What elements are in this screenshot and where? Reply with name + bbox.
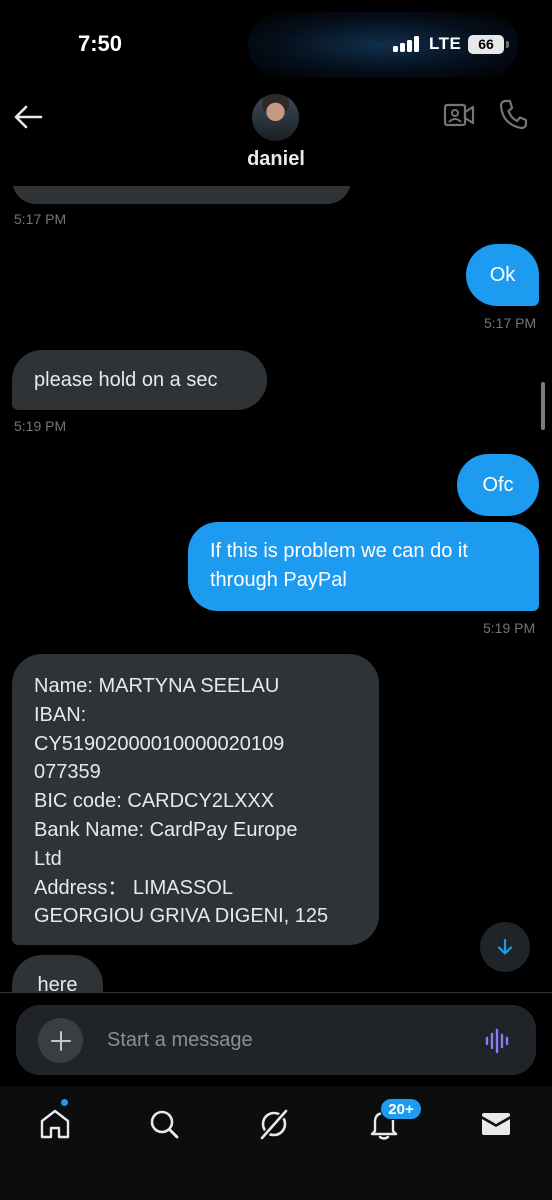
nav-home[interactable]: [35, 1104, 75, 1144]
phone-icon: [499, 99, 528, 130]
message-bubble-incoming[interactable]: here: [12, 955, 103, 992]
nav-messages[interactable]: [476, 1104, 516, 1144]
message-timestamp: 5:17 PM: [484, 315, 537, 331]
search-icon: [150, 1110, 179, 1139]
message-bubble-outgoing[interactable]: Ok: [466, 244, 539, 306]
jump-to-latest-button[interactable]: [480, 922, 530, 972]
avatar[interactable]: [252, 94, 299, 141]
arrow-down-icon: [497, 938, 513, 955]
message-input[interactable]: [107, 1005, 467, 1075]
envelope-icon: [482, 1113, 510, 1135]
message-bubble-outgoing[interactable]: If this is problem we can do it through …: [188, 522, 539, 611]
bank-line-iban-1: CY5190200001000002010​9: [34, 732, 285, 755]
bank-line-address: Address： LIMASSOL: [34, 876, 233, 899]
bank-line-bank-name-cont: Ltd: [34, 847, 62, 870]
contact-name[interactable]: daniel: [0, 148, 552, 171]
signal-strength-icon: [393, 36, 423, 52]
voice-call-button[interactable]: [498, 98, 528, 130]
grok-slash-icon: [260, 1108, 289, 1140]
battery-nub: [506, 41, 509, 48]
conversation-header: daniel: [0, 88, 552, 186]
message-timestamp: 5:19 PM: [14, 418, 67, 434]
voice-message-button[interactable]: [484, 1027, 512, 1055]
home-icon: [40, 1109, 70, 1139]
message-composer: [16, 1005, 536, 1075]
video-camera-icon: [443, 103, 475, 127]
message-timestamp: 5:17 PM: [14, 211, 67, 227]
bank-line-iban-2: 077359: [34, 761, 101, 784]
message-timestamp: 5:19 PM: [483, 620, 536, 636]
bank-line-name: Name: MARTYNA SEELAU: [34, 675, 280, 697]
bank-line-iban-label: IBAN:: [34, 703, 87, 726]
message-bubble-outgoing[interactable]: Ofc: [457, 454, 539, 516]
nav-grok[interactable]: [254, 1104, 294, 1144]
message-bubble-bank-details[interactable]: Name: MARTYNA SEELAU IBAN: CY51902000010…: [12, 654, 379, 945]
message-list[interactable]: 5:17 PM Ok 5:17 PM please hold on a sec …: [0, 186, 552, 992]
bank-line-bic: BIC code: CARDCY2LXXX: [34, 790, 275, 813]
network-type: LTE: [429, 34, 462, 53]
nav-search[interactable]: [144, 1104, 184, 1144]
waveform-icon: [485, 1028, 509, 1054]
message-bubble-incoming[interactable]: [12, 186, 351, 204]
video-call-button[interactable]: [443, 101, 475, 129]
plus-icon: [50, 1030, 71, 1051]
add-media-button[interactable]: [38, 1018, 83, 1063]
status-time: 7:50: [78, 31, 123, 56]
bank-line-address-cont: GEORGIOU GRIVA DIGENI, 125: [34, 905, 329, 928]
scrollbar-thumb[interactable]: [541, 382, 545, 430]
arrow-left-icon: [14, 105, 43, 129]
composer-area: [0, 992, 552, 1086]
home-notification-dot: [60, 1098, 69, 1107]
status-bar: 7:50 LTE 66: [0, 0, 552, 88]
battery-icon: 66: [468, 35, 504, 54]
bank-line-bank-name: Bank Name: CardPay Europe: [34, 818, 298, 841]
bottom-navigation: 20+: [0, 1086, 552, 1200]
message-bubble-incoming[interactable]: please hold on a sec: [12, 350, 267, 410]
notifications-badge: 20+: [380, 1098, 422, 1120]
back-button[interactable]: [12, 102, 44, 132]
